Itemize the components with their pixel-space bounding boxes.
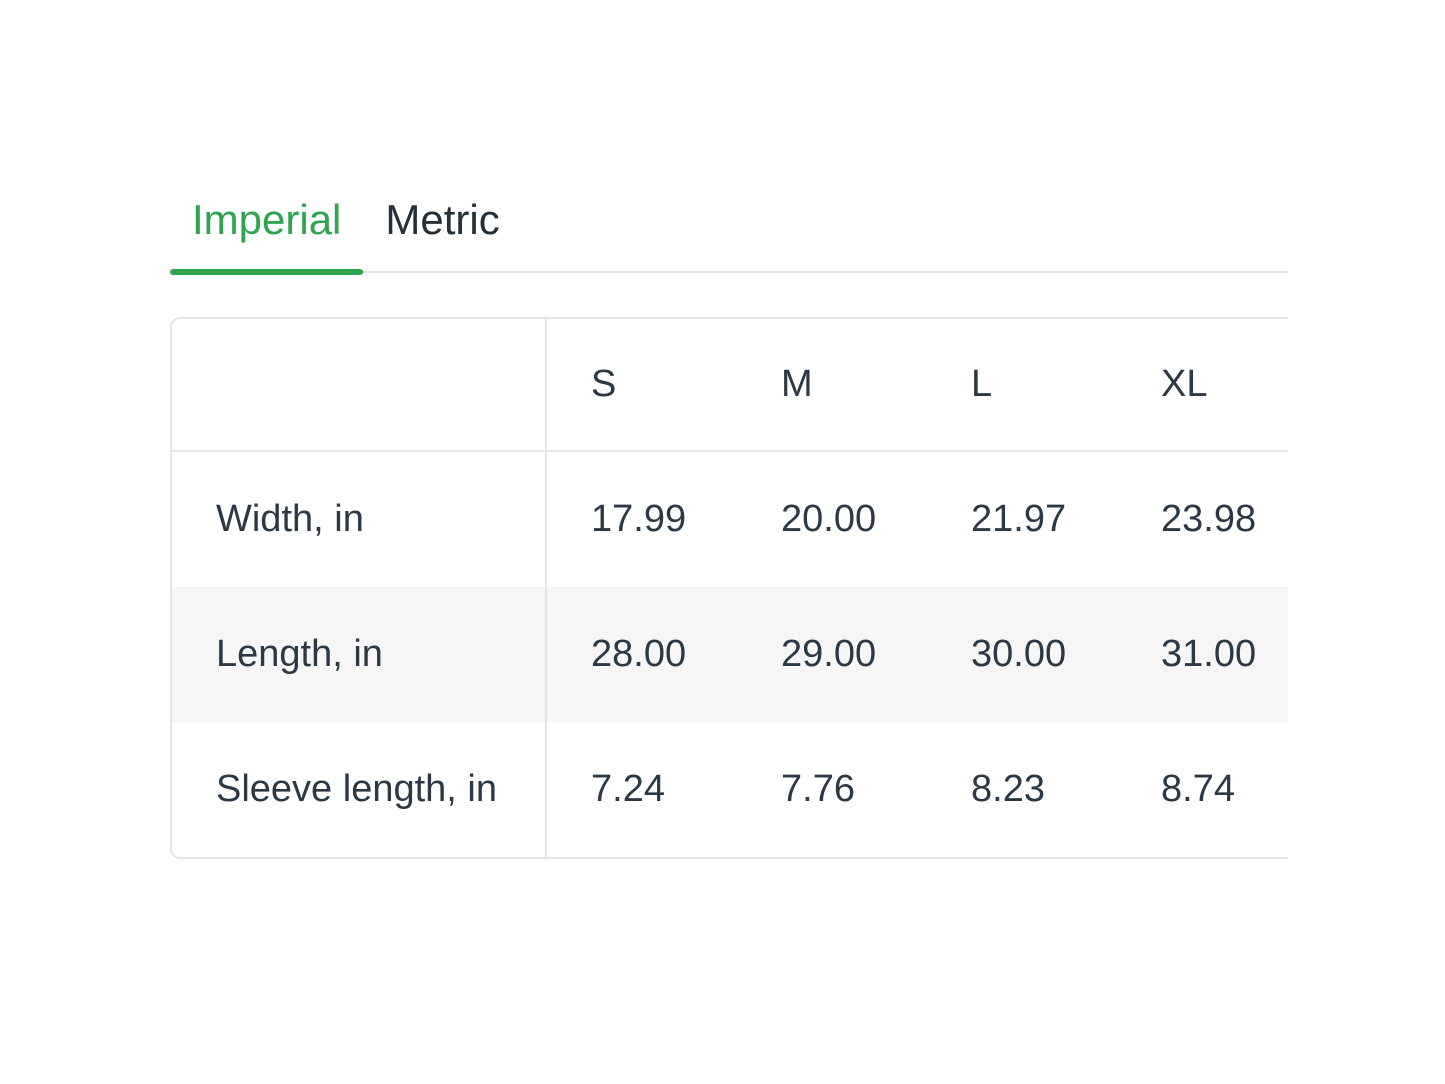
size-table-container: S M L XL Width, in 17.99 20.00 21.97 23.… <box>170 317 1288 859</box>
cell-sleeve-l: 8.23 <box>927 722 1117 857</box>
cell-sleeve-m: 7.76 <box>737 722 927 857</box>
cell-length-s: 28.00 <box>547 587 737 722</box>
size-chart-panel: Imperial Metric S M L XL <box>170 195 1288 859</box>
cell-sleeve-xl: 8.74 <box>1117 722 1288 857</box>
tab-metric-label: Metric <box>385 197 499 243</box>
size-table: S M L XL Width, in 17.99 20.00 21.97 23.… <box>170 317 1288 859</box>
cell-width-xl: 23.98 <box>1117 452 1288 587</box>
table-row-width: Width, in 17.99 20.00 21.97 23.98 <box>172 452 1288 587</box>
column-header-l: L <box>927 319 1117 452</box>
row-label: Width, in <box>172 452 547 587</box>
tab-imperial[interactable]: Imperial <box>170 195 363 271</box>
column-header-s: S <box>547 319 737 452</box>
header-row: S M L XL <box>172 319 1288 452</box>
cell-length-xl: 31.00 <box>1117 587 1288 722</box>
table-row-sleeve-length: Sleeve length, in 7.24 7.76 8.23 8.74 <box>172 722 1288 857</box>
table-row-length: Length, in 28.00 29.00 30.00 31.00 <box>172 587 1288 722</box>
cell-length-m: 29.00 <box>737 587 927 722</box>
tab-imperial-label: Imperial <box>192 197 341 243</box>
cell-width-s: 17.99 <box>547 452 737 587</box>
row-label: Sleeve length, in <box>172 722 547 857</box>
corner-cell <box>172 319 547 452</box>
cell-width-m: 20.00 <box>737 452 927 587</box>
cell-length-l: 30.00 <box>927 587 1117 722</box>
cell-width-l: 21.97 <box>927 452 1117 587</box>
row-label: Length, in <box>172 587 547 722</box>
column-header-m: M <box>737 319 927 452</box>
cell-sleeve-s: 7.24 <box>547 722 737 857</box>
column-header-xl: XL <box>1117 319 1288 452</box>
tab-metric[interactable]: Metric <box>363 195 521 271</box>
unit-tabs: Imperial Metric <box>170 195 1288 273</box>
